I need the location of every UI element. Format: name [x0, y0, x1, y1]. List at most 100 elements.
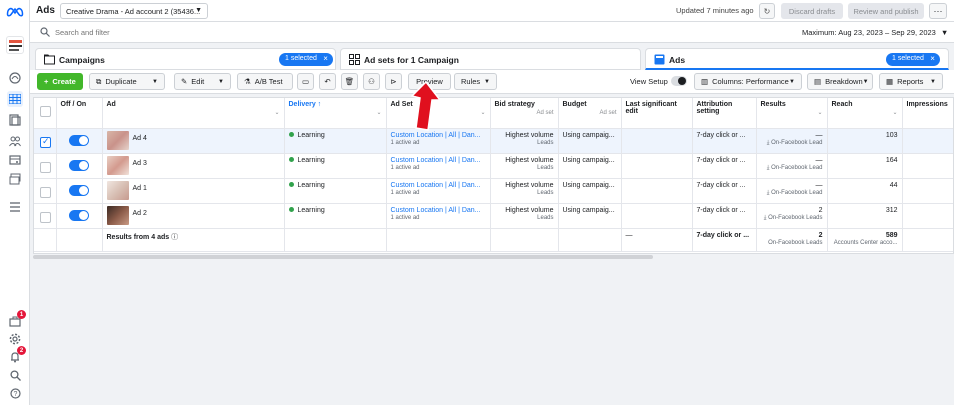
ad-name[interactable]: Ad 4	[133, 135, 147, 142]
ad-toggle[interactable]	[68, 209, 89, 221]
settings-gear-icon[interactable]	[7, 331, 23, 347]
horizontal-scrollbar[interactable]	[33, 255, 653, 259]
archive-button[interactable]: ▭	[297, 73, 314, 90]
status-dot-icon	[288, 131, 294, 137]
create-button[interactable]: + Create	[37, 73, 83, 90]
ad-cell[interactable]: Ad 1	[102, 178, 285, 204]
undo-button[interactable]: ↶	[319, 73, 336, 90]
dashboard-icon[interactable]	[7, 70, 23, 86]
help-icon[interactable]: ?	[7, 385, 23, 401]
ab-test-button[interactable]: ⚗ A/B Test	[237, 73, 293, 90]
ad-toggle[interactable]	[68, 159, 89, 171]
delete-button[interactable]: 🗑	[341, 73, 358, 90]
columns-dropdown[interactable]: ▥ Columns: Performance ▼	[694, 73, 802, 90]
account-avatar[interactable]	[6, 36, 24, 54]
adset-link[interactable]: Custom Location | All | Dan...	[391, 157, 481, 164]
search-nav-icon[interactable]	[7, 367, 23, 383]
discard-drafts-button[interactable]: Discard drafts	[781, 3, 843, 19]
campaigns-selected-pill[interactable]: 1 selected ×	[279, 53, 333, 66]
col-bid[interactable]: Bid strategy Ad set	[490, 98, 559, 129]
ad-name[interactable]: Ad 2	[133, 210, 147, 217]
chevron-down-icon[interactable]: ▼	[218, 79, 224, 85]
bid-value: Highest volume	[505, 131, 554, 139]
row-toggle-cell[interactable]	[56, 128, 103, 154]
reports-dropdown[interactable]: ▦ Reports ▼	[879, 73, 943, 90]
col-last-edit[interactable]: Last significant edit	[621, 98, 693, 129]
account-selector[interactable]: Creative Drama - Ad account 2 (35436... …	[60, 3, 208, 19]
bid-value: Highest volume	[505, 206, 554, 214]
row-checkbox-cell[interactable]	[34, 128, 57, 154]
table-row[interactable]: Ad 4 Learning Custom Location | All | Da…	[34, 128, 953, 154]
breakdown-dropdown[interactable]: ▤ Breakdown ▼	[807, 73, 873, 90]
meta-logo-icon[interactable]	[6, 6, 24, 17]
select-all-checkbox[interactable]	[40, 106, 51, 117]
row-checkbox[interactable]	[40, 211, 51, 223]
chevron-down-icon[interactable]: ▼	[152, 79, 158, 85]
chevron-down-icon: ⌄	[892, 110, 898, 116]
rules-label: Rules	[461, 77, 481, 86]
duplicate-button[interactable]: ⧉ Duplicate ▼	[89, 73, 165, 90]
row-checkbox[interactable]	[40, 136, 51, 148]
review-publish-button[interactable]: Review and publish	[848, 3, 924, 19]
adset-link[interactable]: Custom Location | All | Dan...	[391, 132, 481, 139]
account-name: Creative Drama - Ad account 2 (35436...	[66, 7, 201, 16]
col-budget[interactable]: Budget Ad set	[558, 98, 622, 129]
row-checkbox-cell[interactable]	[34, 203, 57, 229]
ad-toggle[interactable]	[68, 134, 89, 146]
table-row[interactable]: Ad 1 Learning Custom Location | All | Da…	[34, 178, 953, 204]
ads-selected-pill[interactable]: 1 selected ×	[886, 53, 940, 66]
edit-button[interactable]: ✎ Edit ▼	[174, 73, 231, 90]
adset-link[interactable]: Custom Location | All | Dan...	[391, 182, 481, 189]
reach-cell: 164	[827, 153, 903, 179]
tag-button[interactable]: ⊳	[385, 73, 402, 90]
close-icon[interactable]: ×	[323, 54, 328, 63]
notifications-briefcase-icon[interactable]: 1	[7, 310, 26, 329]
view-setup-toggle[interactable]	[671, 76, 687, 86]
col-delivery[interactable]: Delivery ↑ ⌄	[284, 98, 387, 129]
billing-icon[interactable]	[7, 152, 23, 168]
row-checkbox-cell[interactable]	[34, 153, 57, 179]
totals-last-edit: —	[621, 228, 693, 252]
col-results[interactable]: Results ⌄	[756, 98, 828, 129]
col-impressions[interactable]: Impressions	[902, 98, 953, 129]
row-checkbox-cell[interactable]	[34, 178, 57, 204]
chevron-down-icon: ▼	[195, 7, 202, 14]
ad-toggle[interactable]	[68, 184, 89, 196]
table-row[interactable]: Ad 2 Learning Custom Location | All | Da…	[34, 203, 953, 229]
tab-campaigns[interactable]: Campaigns 1 selected ×	[35, 48, 336, 70]
ad-cell[interactable]: Ad 4	[102, 128, 285, 154]
tab-ads[interactable]: Ads 1 selected ×	[645, 48, 949, 70]
row-checkbox[interactable]	[40, 186, 51, 198]
col-ad[interactable]: Ad ⌄	[102, 98, 285, 129]
close-icon[interactable]: ×	[930, 54, 935, 63]
more-options-button[interactable]: ···	[929, 3, 947, 19]
col-reach[interactable]: Reach ⌄	[827, 98, 903, 129]
tab-adsets[interactable]: Ad sets for 1 Campaign	[340, 48, 641, 70]
pages-icon[interactable]	[7, 112, 23, 128]
alerts-bell-icon[interactable]: 2	[7, 346, 26, 365]
ad-cell[interactable]: Ad 3	[102, 153, 285, 179]
ads-manager-table-icon[interactable]	[7, 91, 23, 107]
col-budget-label: Budget	[562, 101, 587, 108]
rules-button[interactable]: Rules ▼	[454, 73, 497, 90]
ad-name[interactable]: Ad 1	[133, 185, 147, 192]
ad-cell[interactable]: Ad 2	[102, 203, 285, 229]
table-row[interactable]: Ad 3 Learning Custom Location | All | Da…	[34, 153, 953, 179]
info-icon[interactable]: ⓘ	[171, 234, 178, 241]
row-toggle-cell[interactable]	[56, 153, 103, 179]
catalog-icon[interactable]	[7, 171, 23, 187]
all-tools-menu-icon[interactable]	[7, 199, 23, 215]
search-filter-input[interactable]	[55, 26, 455, 38]
adset-link[interactable]: Custom Location | All | Dan...	[391, 207, 481, 214]
row-toggle-cell[interactable]	[56, 178, 103, 204]
audiences-icon[interactable]	[7, 133, 23, 149]
col-attribution[interactable]: Attribution setting	[692, 98, 757, 129]
date-range-picker[interactable]: Maximum: Aug 23, 2023 – Sep 29, 2023 ▼	[802, 28, 948, 37]
row-toggle-cell[interactable]	[56, 203, 103, 229]
col-offon[interactable]: Off / On	[56, 98, 103, 129]
refresh-button[interactable]: ↻	[759, 3, 775, 19]
reports-link-button[interactable]: ⚇	[363, 73, 380, 90]
row-checkbox[interactable]	[40, 161, 51, 173]
select-all-header[interactable]	[34, 98, 57, 129]
ad-name[interactable]: Ad 3	[133, 160, 147, 167]
